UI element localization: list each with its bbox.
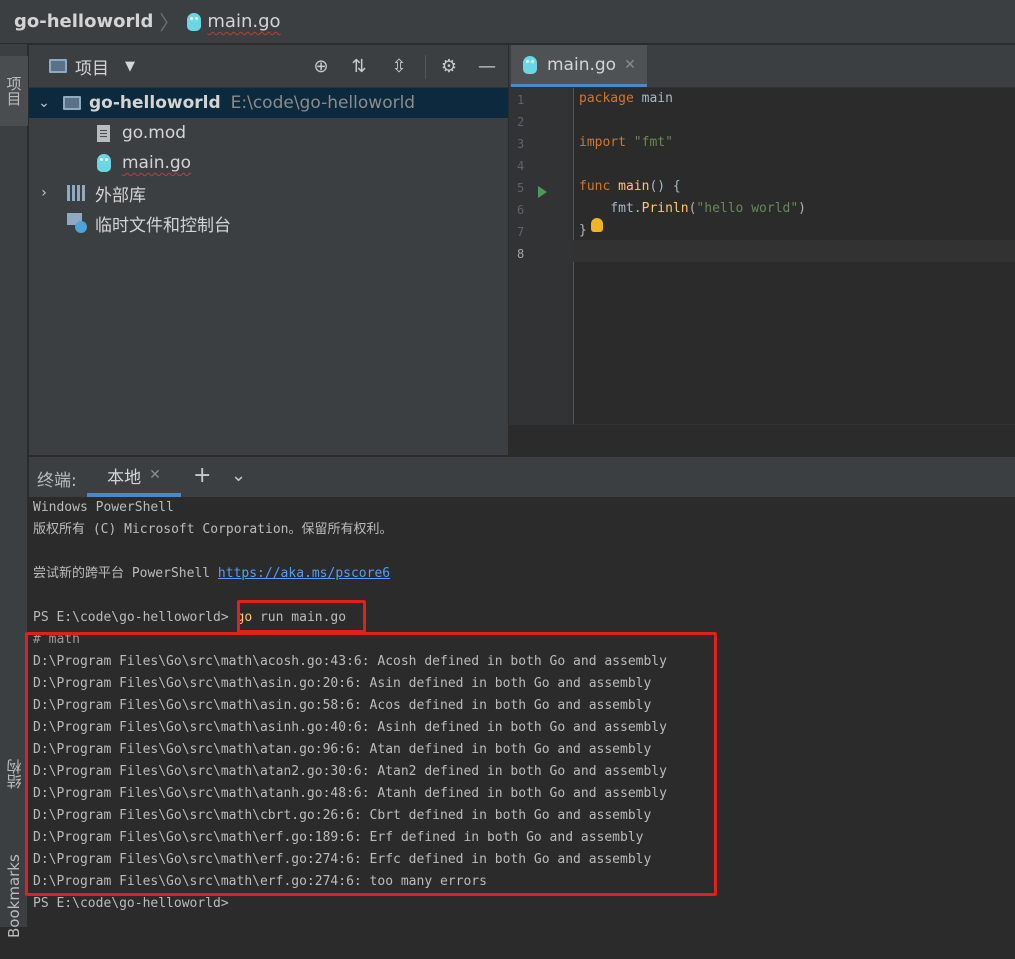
tree-item-main-go[interactable]: main.go xyxy=(29,148,508,178)
terminal-output[interactable]: Windows PowerShell 版权所有 (C) Microsoft Co… xyxy=(25,497,1015,927)
code-keyword: package xyxy=(579,91,634,106)
tool-window-tab-project[interactable]: 项目 xyxy=(0,56,28,126)
terminal-label: 终端: xyxy=(37,471,77,491)
code-text: fmt. xyxy=(579,201,642,216)
code-line: fmt.Prinln("hello world") xyxy=(579,198,806,220)
code-line: import "fmt" xyxy=(579,132,673,154)
breadcrumb-file[interactable]: main.go xyxy=(207,11,280,32)
project-view-selector[interactable]: 项目 ▼ xyxy=(49,54,135,79)
go-file-icon xyxy=(523,55,537,74)
tree-item-root-path: E:\code\go-helloworld xyxy=(230,93,416,113)
tool-window-tab-project-label: 项目 xyxy=(4,76,23,106)
code-string: "hello world" xyxy=(696,201,799,216)
breadcrumb-separator: 〉 xyxy=(159,11,180,35)
code-text: main xyxy=(633,91,673,106)
tree-item-main-go-label: main.go xyxy=(122,153,192,173)
tree-item-external-libs[interactable]: › 外部库 xyxy=(29,178,508,208)
tool-window-tab-structure-label: 结构 xyxy=(5,759,24,789)
code-line: } xyxy=(579,220,587,242)
gear-icon[interactable]: ⚙ xyxy=(437,55,461,79)
chevron-right-icon[interactable]: › xyxy=(37,185,51,201)
go-file-icon xyxy=(97,154,111,172)
close-icon[interactable]: ✕ xyxy=(149,467,161,483)
line-number: 8 xyxy=(517,247,525,261)
code-function-name: main xyxy=(618,179,650,194)
line-number: 3 xyxy=(517,137,525,151)
error-highlight-box xyxy=(25,632,717,896)
terminal-tab-label: 本地 xyxy=(107,467,142,488)
line-number: 6 xyxy=(517,203,525,217)
locate-icon[interactable]: ⊕ xyxy=(309,55,333,79)
lightbulb-icon[interactable] xyxy=(591,218,603,232)
tree-item-scratches[interactable]: 临时文件和控制台 xyxy=(29,208,508,238)
editor-tab-bar: main.go ✕ xyxy=(509,45,1015,88)
editor: main.go ✕ 1 2 3 4 5 6 7 8 package main i… xyxy=(509,45,1015,456)
tree-item-scratches-label: 临时文件和控制台 xyxy=(95,215,231,236)
tree-item-go-mod[interactable]: go.mod xyxy=(29,118,508,148)
terminal-line: Windows PowerShell xyxy=(33,500,174,515)
expand-all-icon[interactable]: ⇅ xyxy=(347,55,371,79)
terminal-line: PS E:\code\go-helloworld> xyxy=(33,896,229,911)
terminal-header: 终端: 本地 ✕ + ⌄ xyxy=(29,456,1015,497)
go-file-icon xyxy=(187,12,202,31)
terminal-line: 版权所有 (C) Microsoft Corporation。保留所有权利。 xyxy=(33,522,393,537)
terminal-tab-local[interactable]: 本地 ✕ xyxy=(87,457,181,497)
code-line: func main() { xyxy=(579,176,681,198)
pscore-link[interactable]: https://aka.ms/pscore6 xyxy=(218,566,390,581)
terminal-text: 尝试新的跨平台 PowerShell xyxy=(33,566,218,581)
toolbar-divider xyxy=(425,55,426,79)
folder-icon xyxy=(63,96,81,110)
project-toolbar: 项目 ▼ ⊕ ⇅ ⇳ ⚙ — xyxy=(29,45,508,88)
project-view-icon xyxy=(49,59,67,73)
tree-item-go-mod-label: go.mod xyxy=(122,123,187,143)
command-highlight-box xyxy=(237,600,366,633)
tree-item-root-label: go-helloworld xyxy=(89,93,221,113)
editor-gutter: 1 2 3 4 5 6 7 8 xyxy=(509,88,574,424)
line-number: 2 xyxy=(517,115,525,129)
title-bar: go-helloworld 〉 main.go xyxy=(0,0,1015,44)
tool-window-tab-bookmarks[interactable]: Bookmarks xyxy=(0,834,28,959)
tree-item-external-libs-label: 外部库 xyxy=(95,185,146,206)
breadcrumb-project[interactable]: go-helloworld xyxy=(14,11,153,32)
project-panel: 项目 ▼ ⊕ ⇅ ⇳ ⚙ — ⌄ go-helloworld E:\code\g… xyxy=(29,45,508,455)
terminal-prompt: PS E:\code\go-helloworld> xyxy=(33,610,237,625)
line-number: 7 xyxy=(517,225,525,239)
code-keyword: func xyxy=(579,179,611,194)
tool-window-tab-structure[interactable]: 结构 xyxy=(0,734,28,814)
chevron-down-icon[interactable]: ⌄ xyxy=(231,465,246,486)
line-number: 1 xyxy=(517,93,525,107)
code-string: "fmt" xyxy=(633,135,673,150)
chevron-down-icon: ▼ xyxy=(125,58,135,74)
line-number: 5 xyxy=(517,181,525,195)
terminal-line: 尝试新的跨平台 PowerShell https://aka.ms/pscore… xyxy=(33,563,390,585)
code-text: } xyxy=(579,223,587,238)
run-icon[interactable] xyxy=(538,186,547,198)
close-icon[interactable]: ✕ xyxy=(624,57,636,73)
library-icon xyxy=(67,185,87,201)
scratches-icon xyxy=(67,213,87,233)
code-area[interactable]: package main import "fmt" func main() { … xyxy=(575,88,1015,424)
tree-item-root[interactable]: ⌄ go-helloworld E:\code\go-helloworld xyxy=(29,88,508,118)
tool-window-tab-bookmarks-label: Bookmarks xyxy=(5,854,23,939)
code-line: package main xyxy=(579,88,673,110)
add-terminal-icon[interactable]: + xyxy=(193,463,211,488)
editor-tab-main-go[interactable]: main.go ✕ xyxy=(511,45,647,87)
code-text: () { xyxy=(649,179,681,194)
file-icon xyxy=(97,124,110,142)
line-number: 4 xyxy=(517,159,525,173)
code-text: ) xyxy=(798,201,806,216)
collapse-all-icon[interactable]: ⇳ xyxy=(387,55,411,79)
code-keyword: import xyxy=(579,135,626,150)
hide-panel-icon[interactable]: — xyxy=(475,55,499,79)
editor-bottom-area xyxy=(509,424,1015,456)
editor-tab-label: main.go xyxy=(547,54,617,75)
code-method: Prinln xyxy=(641,201,689,216)
chevron-down-icon[interactable]: ⌄ xyxy=(37,95,51,111)
left-tool-strip: 项目 结构 Bookmarks xyxy=(0,44,28,938)
project-panel-title: 项目 xyxy=(75,58,109,79)
